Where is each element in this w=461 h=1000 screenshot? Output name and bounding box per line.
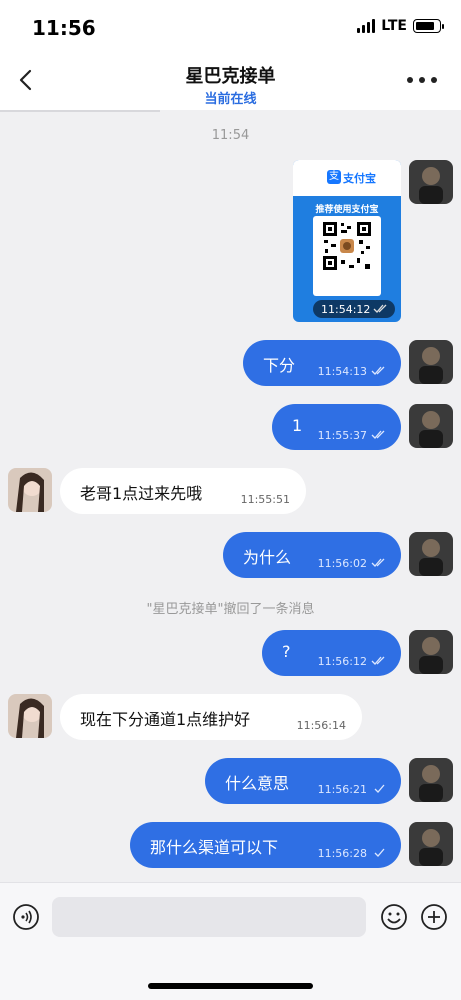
image-time: 11:54:12	[321, 303, 371, 316]
chat-screen: 11:56 LTE 星巴克接单 当前在线 11:54 支 支付宝 推荐使用支付宝…	[0, 0, 461, 1000]
double-check-icon	[371, 366, 385, 375]
home-indicator[interactable]	[148, 983, 313, 989]
message-bubble[interactable]: 1 11:55:37	[272, 404, 401, 450]
double-check-icon	[371, 558, 385, 567]
message-time: 11:56:21	[317, 783, 367, 796]
message-time: 11:56:12	[317, 655, 367, 668]
message-bubble[interactable]: 为什么 11:56:02	[223, 532, 401, 578]
message-time: 11:56:28	[317, 847, 367, 860]
message-bubble[interactable]: 下分 11:54:13	[243, 340, 401, 386]
message-text: 现在下分通道1点维护好	[80, 710, 251, 729]
chat-timestamp: 11:54	[211, 128, 250, 143]
avatar[interactable]	[8, 468, 52, 512]
status-indicators: LTE	[357, 18, 444, 34]
message-time: 11:55:37	[317, 429, 367, 442]
online-status: 当前在线	[204, 92, 257, 107]
double-check-icon	[373, 304, 387, 313]
emoji-icon[interactable]	[380, 903, 408, 931]
message-bubble[interactable]: 那什么渠道可以下 11:56:28	[130, 822, 401, 868]
double-check-icon	[371, 430, 385, 439]
qr-code-icon	[321, 220, 373, 272]
message-text: 什么意思	[225, 774, 290, 793]
network-label: LTE	[381, 18, 407, 34]
check-icon	[374, 784, 385, 793]
avatar[interactable]	[409, 758, 453, 802]
input-bar	[0, 882, 461, 1000]
status-time: 11:56	[32, 16, 96, 40]
battery-icon	[413, 19, 444, 33]
message-bubble[interactable]: 什么意思 11:56:21	[205, 758, 401, 804]
more-dots-icon[interactable]	[405, 70, 439, 90]
check-icon	[374, 848, 385, 857]
message-text: 那什么渠道可以下	[150, 838, 279, 857]
chat-header: 星巴克接单 当前在线	[0, 54, 461, 110]
alipay-caption: 推荐使用支付宝	[315, 205, 379, 215]
message-bubble[interactable]: ? 11:56:12	[262, 630, 401, 676]
avatar[interactable]	[409, 630, 453, 674]
qr-card	[313, 216, 381, 296]
message-text: ?	[282, 642, 291, 661]
avatar[interactable]	[8, 694, 52, 738]
status-bar: 11:56 LTE	[0, 0, 461, 54]
message-time: 11:56:14	[296, 719, 346, 732]
qr-image-message[interactable]: 支 支付宝 推荐使用支付宝 11:54:12	[293, 160, 401, 322]
avatar[interactable]	[409, 532, 453, 576]
image-header: 支 支付宝	[293, 160, 401, 196]
message-text: 下分	[263, 356, 296, 375]
message-time: 11:54:13	[317, 365, 367, 378]
message-time: 11:55:51	[240, 493, 290, 506]
alipay-icon: 支	[327, 170, 341, 184]
battery-fill	[416, 22, 434, 30]
message-text: 老哥1点过来先哦	[80, 484, 203, 503]
avatar[interactable]	[409, 404, 453, 448]
message-time: 11:56:02	[317, 557, 367, 570]
signal-icon	[357, 19, 376, 33]
image-time-badge: 11:54:12	[313, 300, 395, 318]
avatar[interactable]	[409, 340, 453, 384]
plus-icon[interactable]	[420, 903, 448, 931]
avatar[interactable]	[409, 822, 453, 866]
message-text: 1	[292, 416, 303, 435]
double-check-icon	[371, 656, 385, 665]
message-bubble[interactable]: 现在下分通道1点维护好 11:56:14	[60, 694, 362, 740]
message-list[interactable]: 11:54 支 支付宝 推荐使用支付宝 11:54:12 下分 11:54:13…	[0, 112, 461, 882]
message-input[interactable]	[52, 897, 366, 937]
message-text: 为什么	[243, 548, 292, 567]
alipay-brand: 支付宝	[343, 172, 376, 185]
recall-notice: "星巴克接单"撤回了一条消息	[146, 602, 315, 617]
avatar[interactable]	[409, 160, 453, 204]
message-bubble[interactable]: 老哥1点过来先哦 11:55:51	[60, 468, 306, 514]
voice-icon[interactable]	[12, 903, 40, 931]
chat-title: 星巴克接单	[185, 66, 276, 87]
